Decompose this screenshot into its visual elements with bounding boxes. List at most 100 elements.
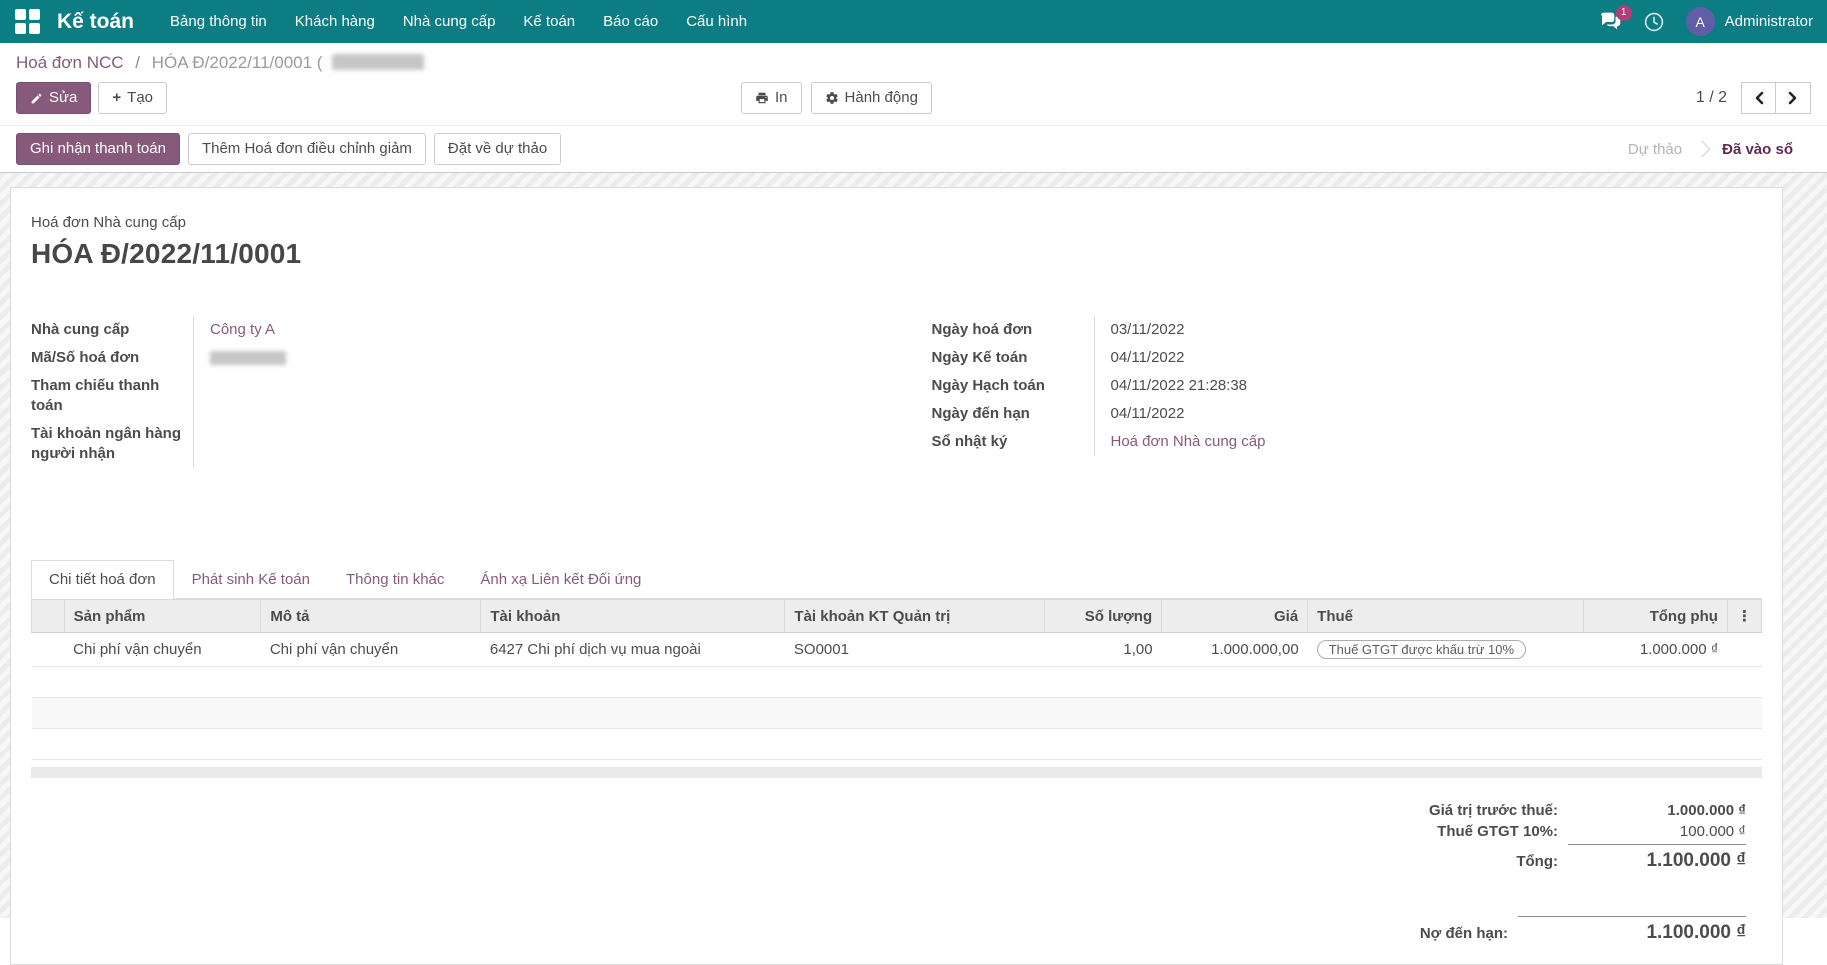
- redacted-reference-value: [210, 351, 286, 366]
- create-button[interactable]: + Tạo: [98, 82, 168, 114]
- invoice-type-label: Hoá đơn Nhà cung cấp: [31, 214, 186, 231]
- chevron-left-icon: [1753, 91, 1765, 105]
- table-header-row: Sản phẩm Mô tả Tài khoản Tài khoản KT Qu…: [31, 599, 1763, 633]
- top-navbar: Kế toán Bảng thông tin Khách hàng Nhà cu…: [0, 0, 1827, 43]
- invoice-lines-table: Sản phẩm Mô tả Tài khoản Tài khoản KT Qu…: [31, 599, 1763, 760]
- handle-column-header: [31, 599, 65, 633]
- register-payment-button[interactable]: Ghi nhận thanh toán: [16, 133, 180, 165]
- invoice-sheet: Hoá đơn Nhà cung cấp HÓA Đ/2022/11/0001 …: [10, 187, 1783, 965]
- field-vendor-reference: Mã/Số hoá đơn: [31, 344, 862, 372]
- clock-icon: [1644, 12, 1664, 32]
- header-quantity: Số lượng: [1044, 599, 1163, 633]
- totals-block: Giá trị trước thuế: 1.000.000 ₫ Thuế GTG…: [31, 800, 1762, 946]
- tab-journal-items[interactable]: Phát sinh Kế toán: [174, 560, 328, 599]
- activities-button[interactable]: [1644, 12, 1664, 32]
- redacted-breadcrumb-text: [332, 54, 425, 70]
- header-description: Mô tả: [260, 599, 482, 633]
- cell-subtotal: 1.000.000 ₫: [1583, 632, 1728, 667]
- empty-row: [31, 728, 1762, 760]
- header-analytic-account: Tài khoản KT Quản trị: [784, 599, 1046, 633]
- edit-button[interactable]: Sửa: [16, 82, 92, 114]
- field-invoice-date: Ngày hoá đơn 03/11/2022: [932, 316, 1763, 344]
- add-credit-note-button[interactable]: Thêm Hoá đơn điều chỉnh giảm: [187, 133, 426, 165]
- empty-row: [31, 697, 1762, 729]
- breadcrumb-current: HÓA Đ/2022/11/0001 (: [151, 53, 323, 72]
- journal-link[interactable]: Hoá đơn Nhà cung cấp: [1111, 433, 1266, 450]
- cell-description: Chi phí vận chuyển: [260, 632, 481, 667]
- cell-analytic-account: SO0001: [784, 632, 1045, 667]
- avatar: A: [1685, 7, 1715, 36]
- statusbar: Ghi nhận thanh toán Thêm Hoá đơn điều ch…: [0, 125, 1827, 173]
- state-draft[interactable]: Dự thảo: [1610, 135, 1700, 164]
- breadcrumb-parent-link[interactable]: Hoá đơn NCC: [16, 53, 124, 72]
- tab-counterpart-mapping[interactable]: Ánh xạ Liên kết Đối ứng: [462, 560, 659, 599]
- reset-to-draft-button[interactable]: Đặt về dự thảo: [433, 133, 562, 165]
- pager-counter: 1 / 2: [1695, 89, 1727, 106]
- supplier-link[interactable]: Công ty A: [210, 321, 275, 338]
- breadcrumb-separator: /: [135, 53, 140, 72]
- state-posted[interactable]: Đã vào sổ: [1704, 135, 1811, 164]
- action-menu-button[interactable]: Hành động: [810, 82, 932, 114]
- field-payment-reference: Tham chiếu thanh toán: [31, 372, 862, 420]
- messages-button[interactable]: 1: [1600, 5, 1632, 31]
- total-tax: Thuế GTGT 10%: 100.000 ₫: [1437, 823, 1746, 840]
- header-account: Tài khoản: [480, 599, 786, 633]
- invoice-number-title: HÓA Đ/2022/11/0001: [31, 238, 302, 269]
- control-panel: Hoá đơn NCC / HÓA Đ/2022/11/0001 ( Sửa +…: [0, 43, 1827, 125]
- cell-quantity: 1,00: [1044, 632, 1162, 667]
- kebab-icon[interactable]: ⋮: [1737, 608, 1752, 625]
- notebook-tabs: Chi tiết hoá đơn Phát sinh Kế toán Thông…: [31, 560, 1762, 599]
- nav-item-reports[interactable]: Báo cáo: [589, 0, 672, 43]
- field-column-right: Ngày hoá đơn 03/11/2022 Ngày Kế toán 04/…: [932, 316, 1763, 456]
- button-row: Sửa + Tạo In Hành động 1 / 2: [16, 82, 1811, 125]
- cell-product: Chi phí vận chuyển: [64, 632, 261, 667]
- gear-icon: [825, 91, 839, 105]
- app-brand[interactable]: Kế toán: [57, 10, 134, 34]
- printer-icon: [755, 91, 769, 105]
- user-name: Administrator: [1724, 13, 1813, 30]
- pager-next-button[interactable]: [1776, 82, 1811, 114]
- table-footer-strip: [31, 767, 1762, 778]
- cell-price: 1.000.000,00: [1161, 632, 1308, 667]
- header-subtotal: Tổng phụ: [1582, 599, 1728, 633]
- amount-due: Nợ đến hạn: 1.100.000 ₫: [1420, 914, 1746, 946]
- field-recipient-bank: Tài khoản ngân hàng người nhận: [31, 420, 862, 468]
- field-supplier: Nhà cung cấp Công ty A: [31, 316, 862, 344]
- nav-item-dashboard[interactable]: Bảng thông tin: [156, 0, 281, 43]
- header-tax: Thuế: [1307, 599, 1584, 633]
- tab-invoice-lines[interactable]: Chi tiết hoá đơn: [31, 560, 174, 599]
- table-row[interactable]: Chi phí vận chuyển Chi phí vận chuyển 64…: [31, 632, 1762, 667]
- field-posting-date: Ngày Hạch toán 04/11/2022 21:28:38: [932, 372, 1763, 400]
- field-journal: Sổ nhật ký Hoá đơn Nhà cung cấp: [932, 428, 1763, 456]
- cell-tax: Thuế GTGT được khấu trừ 10%: [1307, 632, 1583, 667]
- pager-previous-button[interactable]: [1741, 82, 1776, 114]
- pencil-icon: [30, 92, 43, 105]
- chevron-right-icon: [1787, 91, 1799, 105]
- user-menu[interactable]: A Administrator: [1685, 7, 1813, 36]
- empty-row: [31, 666, 1762, 698]
- total-untaxed: Giá trị trước thuế: 1.000.000 ₫: [1428, 802, 1746, 819]
- nav-item-accounting[interactable]: Kế toán: [509, 0, 589, 43]
- form-background: Hoá đơn Nhà cung cấp HÓA Đ/2022/11/0001 …: [0, 173, 1827, 965]
- messages-count-badge: 1: [1615, 5, 1632, 21]
- tax-pill: Thuế GTGT được khấu trừ 10%: [1316, 640, 1527, 659]
- print-button[interactable]: In: [741, 82, 802, 114]
- total-amount: Tổng: 1.100.000 ₫: [1516, 842, 1746, 874]
- header-price: Giá: [1161, 599, 1309, 633]
- main-menu: Bảng thông tin Khách hàng Nhà cung cấp K…: [156, 0, 761, 43]
- field-grid: Nhà cung cấp Công ty A Mã/Số hoá đơn Tha…: [31, 316, 1762, 468]
- field-due-date: Ngày đến hạn 04/11/2022: [932, 400, 1763, 428]
- nav-item-settings[interactable]: Cấu hình: [672, 0, 761, 43]
- field-accounting-date: Ngày Kế toán 04/11/2022: [932, 344, 1763, 372]
- field-column-left: Nhà cung cấp Công ty A Mã/Số hoá đơn Tha…: [31, 316, 862, 468]
- cell-account: 6427 Chi phí dịch vụ mua ngoài: [480, 632, 785, 667]
- status-flow: Dự thảo Đã vào sổ: [1610, 135, 1811, 164]
- nav-item-customers[interactable]: Khách hàng: [281, 0, 389, 43]
- nav-item-vendors[interactable]: Nhà cung cấp: [389, 0, 510, 43]
- apps-grid-icon[interactable]: [14, 8, 41, 35]
- breadcrumb: Hoá đơn NCC / HÓA Đ/2022/11/0001 (: [16, 53, 1811, 73]
- plus-icon: +: [112, 89, 122, 106]
- header-product: Sản phẩm: [63, 599, 262, 633]
- tab-other-info[interactable]: Thông tin khác: [328, 560, 462, 599]
- optional-columns-header: ⋮: [1726, 599, 1763, 633]
